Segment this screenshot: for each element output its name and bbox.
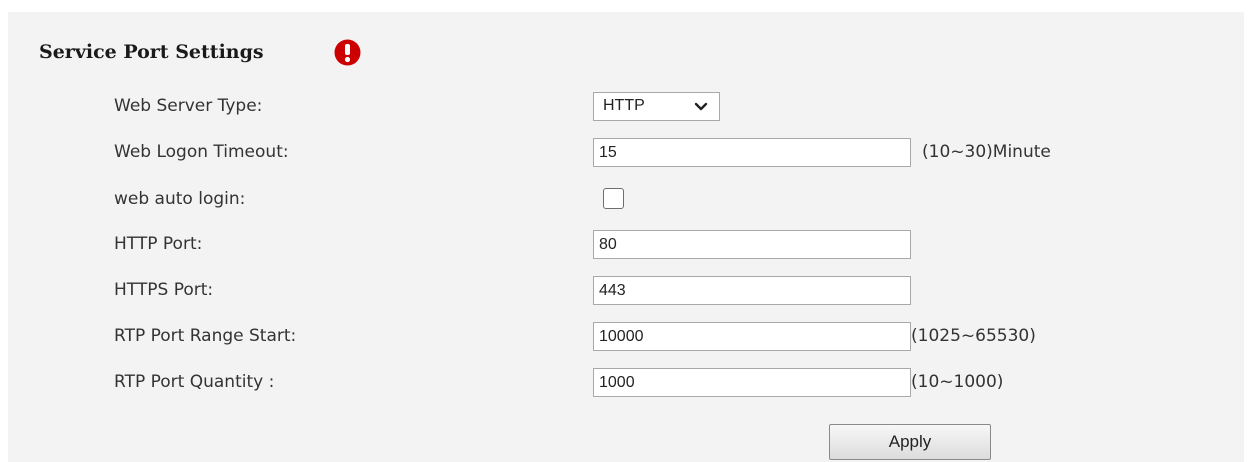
web-auto-login-checkbox[interactable] — [603, 188, 624, 209]
http-port-input[interactable] — [593, 230, 911, 259]
web-logon-timeout-hint: (10~30)Minute — [922, 142, 1051, 162]
web-auto-login-label: web auto login: — [114, 189, 246, 209]
rtp-port-range-start-hint: (1025~65530) — [911, 326, 1036, 346]
web-server-type-select[interactable]: HTTP — [593, 92, 720, 121]
apply-button[interactable]: Apply — [829, 424, 991, 460]
section-title: Service Port Settings — [39, 41, 264, 63]
https-port-label: HTTPS Port: — [114, 280, 214, 300]
rtp-port-quantity-hint: (10~1000) — [911, 372, 1004, 392]
https-port-input[interactable] — [593, 276, 911, 305]
http-port-label: HTTP Port: — [114, 234, 203, 254]
chevron-down-icon — [694, 102, 708, 111]
rtp-port-quantity-input[interactable] — [593, 368, 911, 397]
rtp-port-range-start-label: RTP Port Range Start: — [114, 326, 297, 346]
web-logon-timeout-input[interactable] — [593, 138, 911, 167]
exclamation-circle-icon — [334, 39, 361, 66]
service-port-settings-panel: Service Port Settings Web Server Type: H… — [8, 12, 1244, 462]
rtp-port-range-start-input[interactable] — [593, 322, 911, 351]
web-logon-timeout-label: Web Logon Timeout: — [114, 142, 289, 162]
web-server-type-label: Web Server Type: — [114, 96, 263, 116]
web-server-type-value: HTTP — [603, 97, 645, 114]
rtp-port-quantity-label: RTP Port Quantity : — [114, 372, 275, 392]
